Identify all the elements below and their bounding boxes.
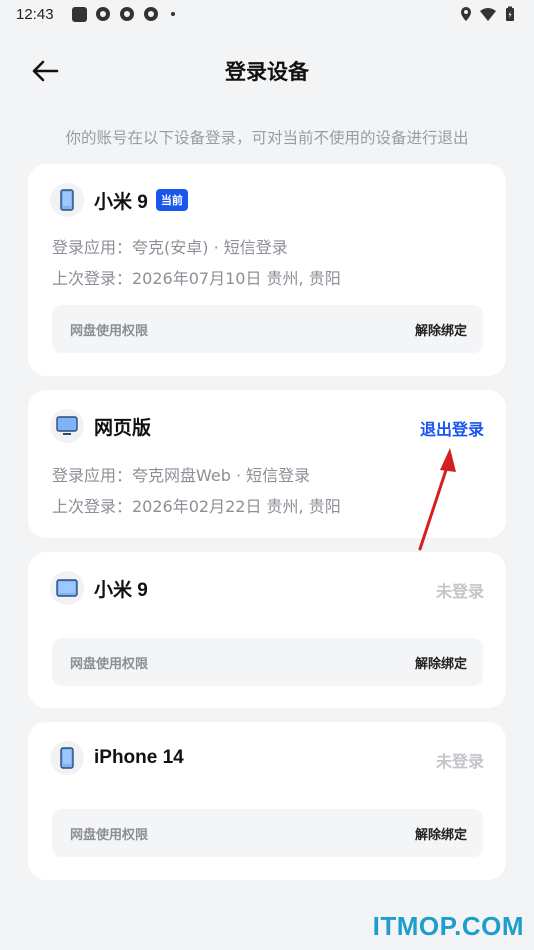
device-icon-wrap	[50, 183, 84, 217]
tablet-icon	[56, 579, 78, 597]
login-status: 未登录	[435, 582, 484, 601]
login-status: 未登录	[435, 752, 484, 771]
login-app-line: 登录应用：夸克网盘Web · 短信登录	[52, 466, 311, 485]
unbind-button[interactable]: 解除绑定	[415, 824, 467, 843]
unbind-button[interactable]: 解除绑定	[415, 320, 467, 339]
page-title: 登录设备	[225, 60, 309, 84]
login-app-line: 登录应用：夸克(安卓) · 短信登录	[52, 238, 288, 257]
permission-row[interactable]: 网盘使用权限 解除绑定	[52, 305, 483, 353]
battery-icon	[506, 6, 514, 21]
wifi-icon	[480, 8, 496, 21]
device-icon-wrap	[50, 571, 84, 605]
device-name: 小米 9	[94, 191, 148, 213]
permission-row[interactable]: 网盘使用权限 解除绑定	[52, 638, 483, 686]
device-card: 小米 9 未登录 网盘使用权限 解除绑定	[28, 552, 506, 708]
permission-label: 网盘使用权限	[70, 656, 149, 672]
device-card: iPhone 14 未登录 网盘使用权限 解除绑定	[28, 722, 506, 880]
device-name: 小米 9	[94, 579, 148, 601]
permission-label: 网盘使用权限	[70, 323, 149, 339]
status-time: 12:43	[16, 5, 54, 23]
header: 登录设备	[0, 48, 534, 92]
aperture-icon	[119, 7, 134, 21]
status-bar: 12:43	[0, 0, 534, 28]
device-name: iPhone 14	[94, 747, 184, 768]
device-name: 网页版	[94, 417, 152, 439]
page-subtitle: 你的账号在以下设备登录，可对当前不使用的设备进行退出	[65, 129, 469, 147]
permission-label: 网盘使用权限	[70, 827, 149, 843]
notification-app-icon	[71, 6, 87, 22]
device-card: 小米 9 当前 登录应用：夸克(安卓) · 短信登录 上次登录：2026年07月…	[28, 164, 506, 376]
annotation-arrow	[418, 448, 456, 551]
phone-icon	[60, 747, 74, 769]
current-device-badge: 当前	[155, 189, 188, 211]
permission-row[interactable]: 网盘使用权限 解除绑定	[52, 809, 483, 857]
monitor-icon	[56, 416, 78, 435]
last-login-line: 上次登录：2026年07月10日 贵州, 贵阳	[52, 269, 341, 288]
watermark-logo: ITMOP.COM	[372, 911, 524, 941]
phone-icon	[60, 189, 74, 211]
last-login-line: 上次登录：2026年02月22日 贵州, 贵阳	[52, 497, 341, 516]
device-icon-wrap	[50, 741, 84, 775]
unbind-button[interactable]: 解除绑定	[415, 653, 467, 672]
device-icon-wrap	[50, 409, 84, 443]
logout-button[interactable]: 退出登录	[420, 416, 484, 440]
aperture-icon	[95, 7, 110, 21]
aperture-icon	[143, 7, 158, 21]
more-notifications-dot	[170, 12, 175, 16]
location-icon	[461, 7, 471, 21]
